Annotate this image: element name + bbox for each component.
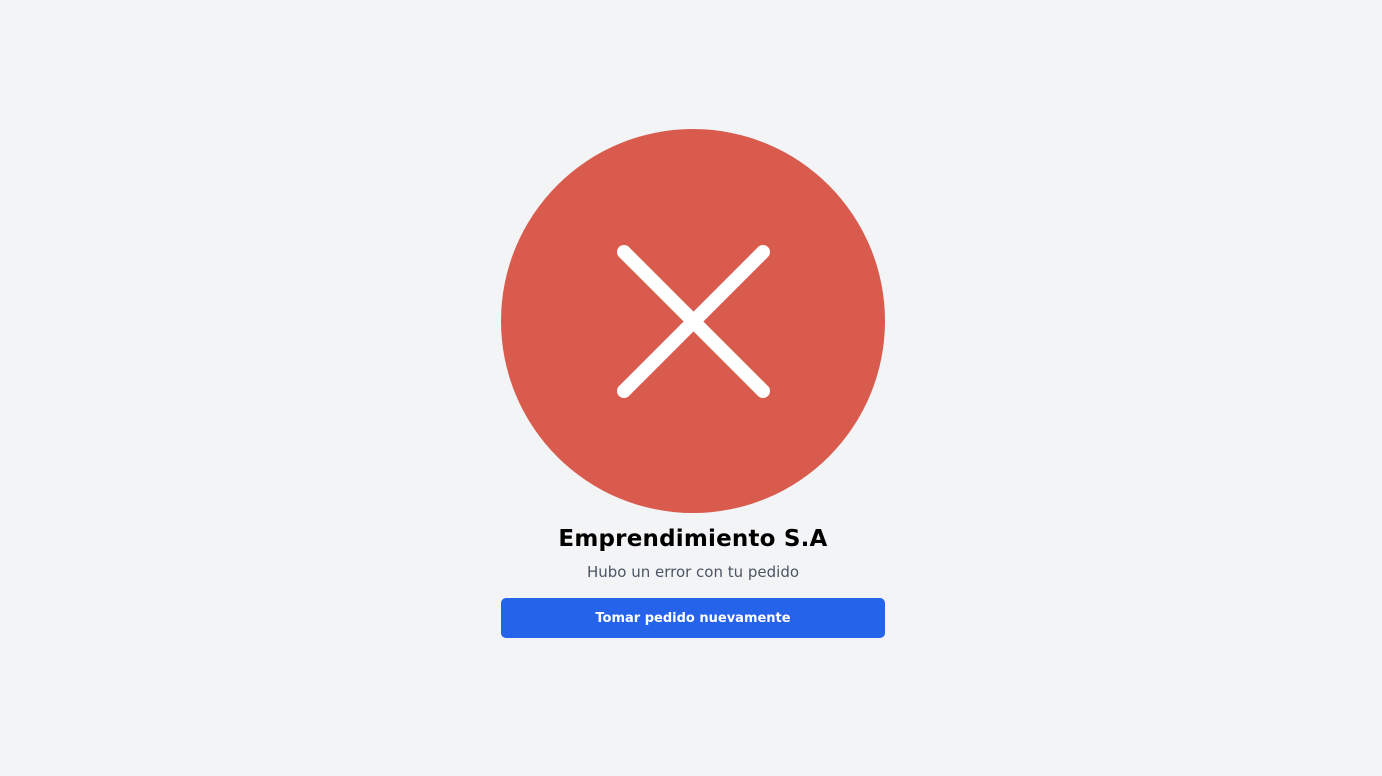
error-message: Hubo un error con tu pedido xyxy=(586,563,800,581)
company-name: Emprendimiento S.A xyxy=(558,526,828,552)
error-page: Emprendimiento S.A Hubo un error con tu … xyxy=(0,0,1382,776)
close-icon xyxy=(617,245,770,398)
error-status-circle xyxy=(501,129,885,513)
error-card: Emprendimiento S.A Hubo un error con tu … xyxy=(501,129,885,638)
retry-order-button[interactable]: Tomar pedido nuevamente xyxy=(501,598,885,638)
